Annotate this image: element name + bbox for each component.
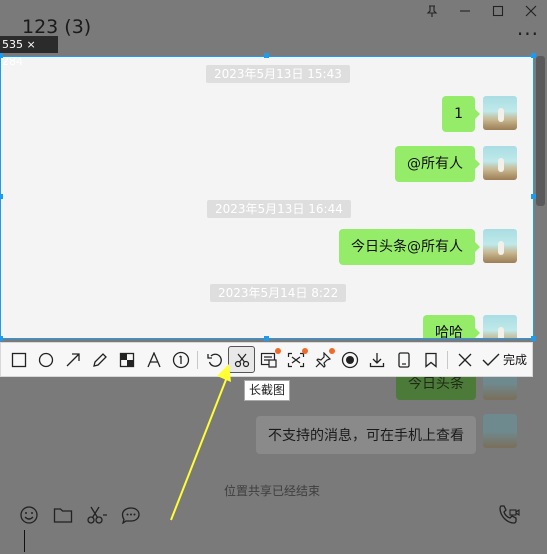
mosaic-icon: [119, 352, 134, 367]
message-row: 哈哈: [423, 315, 517, 338]
scissors-icon: [87, 506, 107, 524]
timestamp: 2023年5月14日 8:22: [210, 284, 347, 302]
ellipse-tool[interactable]: [32, 346, 59, 373]
scrollbar[interactable]: [536, 56, 545, 206]
message-row: 今日头条@所有人: [339, 229, 517, 265]
minimize-icon: [459, 10, 470, 12]
timestamp: 2023年5月13日 15:43: [206, 65, 350, 83]
capture-region[interactable]: 2023年5月13日 15:43 1 @所有人 2023年5月13日 16:44…: [0, 56, 534, 339]
new-badge-dot: [275, 348, 281, 354]
message-row: @所有人: [395, 146, 517, 182]
phone-icon: [499, 505, 520, 524]
screenshot-toolbar: 完成: [0, 342, 533, 377]
text-recognition-icon: [260, 352, 277, 368]
resize-handle[interactable]: [0, 336, 3, 341]
new-badge-dot: [302, 348, 308, 354]
new-badge-dot: [329, 348, 335, 354]
record-icon: [341, 351, 358, 368]
folder-icon: [53, 508, 73, 523]
emoji-icon: [20, 506, 38, 524]
done-button[interactable]: 完成: [482, 351, 527, 368]
message-bubble[interactable]: 今日头条@所有人: [339, 229, 480, 265]
text-caret[interactable]: [24, 530, 25, 552]
pin-icon: [315, 351, 331, 368]
system-message: 位置共享已经结束: [224, 484, 321, 498]
send-to-phone-button[interactable]: [390, 346, 417, 373]
pen-tool[interactable]: [86, 346, 113, 373]
arrow-icon: [66, 352, 80, 366]
arrow-tool[interactable]: [59, 346, 86, 373]
rectangle-tool[interactable]: [5, 346, 32, 373]
resize-handle[interactable]: [0, 194, 3, 199]
save-button[interactable]: [363, 346, 390, 373]
annotation-arrow: [170, 364, 231, 521]
pin-button[interactable]: [415, 0, 448, 22]
message-bubble[interactable]: 1: [442, 96, 480, 132]
close-icon: [525, 5, 536, 17]
circle-icon: [38, 352, 53, 367]
ocr-button[interactable]: [255, 346, 282, 373]
message-bubble[interactable]: @所有人: [395, 146, 480, 182]
timestamp: 2023年5月13日 16:44: [207, 200, 351, 218]
background-avatar-2: [483, 414, 517, 448]
bookmark-icon: [424, 352, 437, 368]
resize-handle[interactable]: [531, 336, 536, 341]
more-options-icon[interactable]: ···: [517, 22, 539, 46]
emoji-button[interactable]: [18, 504, 40, 526]
maximize-icon: [492, 5, 503, 17]
pin-icon: [426, 5, 437, 17]
divider: [447, 350, 448, 369]
screenshot-button[interactable]: [86, 504, 108, 526]
avatar[interactable]: [483, 96, 517, 130]
text-tool[interactable]: [140, 346, 167, 373]
avatar[interactable]: [483, 315, 517, 338]
close-button[interactable]: [514, 0, 547, 22]
favorite-button[interactable]: [417, 346, 444, 373]
rectangle-icon: [11, 352, 26, 367]
input-toolbar: [18, 504, 142, 526]
chat-history-button[interactable]: [120, 504, 142, 526]
resize-handle[interactable]: [531, 53, 536, 58]
record-button[interactable]: [336, 346, 363, 373]
download-icon: [369, 352, 384, 367]
tooltip: 长截图: [244, 380, 290, 401]
title-bar: 123 (3) ···: [0, 0, 547, 54]
pin-to-screen-button[interactable]: [309, 346, 336, 373]
window-controls: [415, 0, 547, 22]
folder-button[interactable]: [52, 504, 74, 526]
resize-handle[interactable]: [0, 53, 3, 58]
maximize-button[interactable]: [481, 0, 514, 22]
resize-handle[interactable]: [531, 194, 536, 199]
message-row: 1: [442, 96, 517, 132]
phone-icon: [397, 351, 410, 368]
text-icon: [146, 351, 161, 367]
message-bubble[interactable]: 哈哈: [423, 315, 480, 338]
checkmark-icon: [482, 353, 500, 366]
close-icon: [458, 353, 471, 366]
chat-title: 123 (3): [22, 16, 92, 38]
video-call-button[interactable]: [498, 504, 522, 526]
background-bubble-white: 不支持的消息，可在手机上查看: [256, 416, 476, 454]
done-label: 完成: [503, 353, 528, 367]
chat-bubble-icon: [121, 507, 140, 524]
resize-handle[interactable]: [264, 336, 269, 341]
pencil-icon: [92, 352, 107, 367]
translate-button[interactable]: [282, 346, 309, 373]
minimize-button[interactable]: [448, 0, 481, 22]
avatar[interactable]: [483, 146, 517, 180]
avatar[interactable]: [483, 229, 517, 263]
cancel-button[interactable]: [451, 346, 478, 373]
size-label: 535 × 284: [0, 36, 58, 68]
mosaic-tool[interactable]: [113, 346, 140, 373]
resize-handle[interactable]: [264, 53, 269, 58]
scan-icon: [287, 352, 304, 367]
